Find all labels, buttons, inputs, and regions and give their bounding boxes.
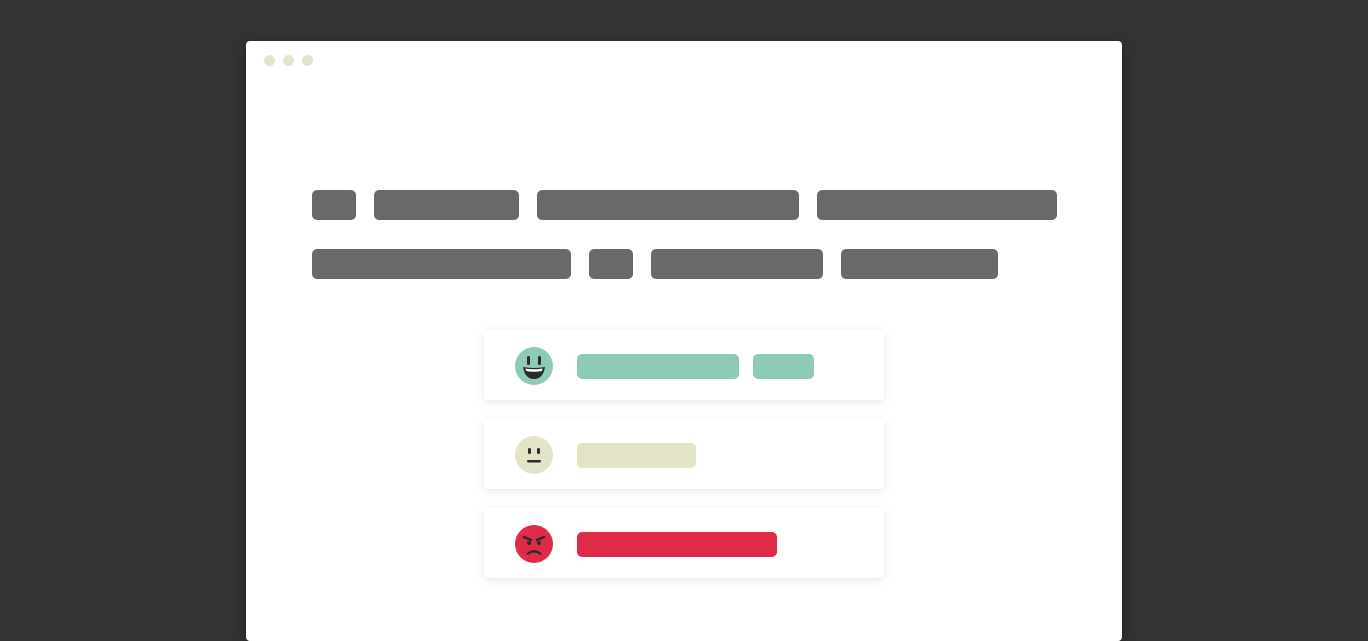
feedback-text-bar [753, 354, 814, 379]
feedback-text-bar [577, 354, 739, 379]
window-dot[interactable] [264, 55, 275, 66]
feedback-text-bar [577, 532, 777, 557]
window-controls [264, 55, 313, 66]
window-dot[interactable] [302, 55, 313, 66]
feedback-card-negative[interactable] [484, 508, 884, 578]
text-placeholder-word [589, 249, 633, 279]
text-placeholder-word [651, 249, 823, 279]
feedback-text-bar [577, 443, 696, 468]
text-placeholder-word [312, 190, 356, 220]
text-placeholder-word [312, 249, 571, 279]
happy-face-icon [515, 347, 553, 385]
browser-window [246, 41, 1122, 641]
feedback-bars-positive [577, 354, 814, 379]
text-line-1 [312, 190, 1057, 220]
text-placeholder-word [537, 190, 799, 220]
feedback-list [484, 330, 884, 597]
text-line-2 [312, 249, 998, 279]
text-placeholder-word [817, 190, 1057, 220]
feedback-bars-neutral [577, 443, 696, 468]
feedback-card-neutral[interactable] [484, 419, 884, 489]
angry-face-icon [515, 525, 553, 563]
text-placeholder-word [374, 190, 519, 220]
window-dot[interactable] [283, 55, 294, 66]
feedback-bars-negative [577, 532, 777, 557]
text-placeholder-word [841, 249, 998, 279]
feedback-card-positive[interactable] [484, 330, 884, 400]
neutral-face-icon [515, 436, 553, 474]
